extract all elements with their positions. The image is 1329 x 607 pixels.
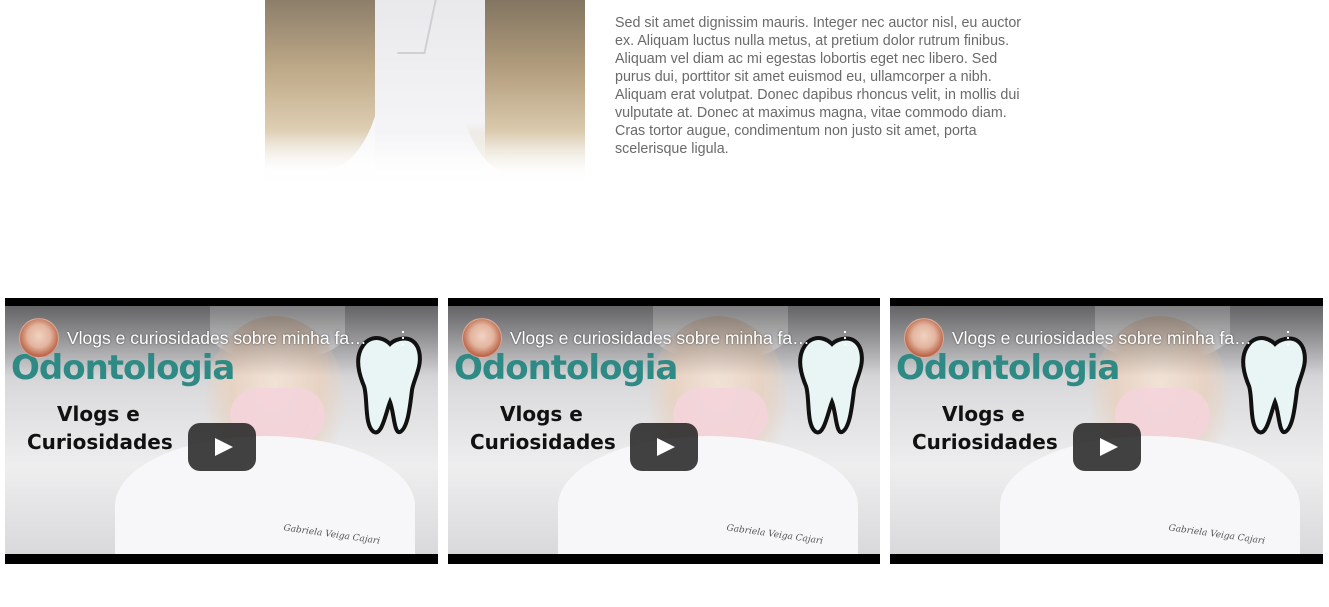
play-button[interactable] <box>187 423 256 471</box>
play-button[interactable] <box>1072 423 1141 471</box>
play-button[interactable] <box>630 423 698 471</box>
play-icon <box>214 438 233 456</box>
video-title-link[interactable]: Vlogs e curiosidades sobre minha faculda… <box>67 328 373 349</box>
about-paragraph: Sed sit amet dignissim mauris. Integer n… <box>615 15 1022 157</box>
thumbnail-subtitle-text: Curiosidades <box>27 430 173 454</box>
channel-avatar[interactable] <box>462 318 502 358</box>
video-title-link[interactable]: Vlogs e curiosidades sobre minha faculda… <box>952 328 1258 349</box>
doctor-portrait-image <box>265 0 585 192</box>
more-vertical-icon[interactable]: ⋮ <box>394 328 412 348</box>
more-vertical-icon[interactable]: ⋮ <box>836 328 854 348</box>
video-title-link[interactable]: Vlogs e curiosidades sobre minha faculda… <box>510 328 816 349</box>
thumbnail-subtitle-text: Vlogs e <box>500 402 583 426</box>
play-icon <box>657 438 675 456</box>
youtube-embed-2[interactable]: Odontologia Vlogs e Curiosidades Gabriel… <box>448 298 880 564</box>
youtube-embed-3[interactable]: Odontologia Vlogs e Curiosidades Gabriel… <box>890 298 1323 564</box>
video-thumbnail[interactable]: Odontologia Vlogs e Curiosidades Gabriel… <box>448 306 880 554</box>
play-icon <box>1099 438 1118 456</box>
video-thumbnail[interactable]: Odontologia Vlogs e Curiosidades Gabriel… <box>5 306 438 554</box>
thumbnail-subtitle-text: Vlogs e <box>942 402 1025 426</box>
thumbnail-subtitle-text: Curiosidades <box>912 430 1058 454</box>
youtube-embed-1[interactable]: Odontologia Vlogs e Curiosidades Gabriel… <box>5 298 438 564</box>
channel-avatar[interactable] <box>19 318 59 358</box>
thumbnail-subtitle-text: Curiosidades <box>470 430 616 454</box>
channel-avatar[interactable] <box>904 318 944 358</box>
video-thumbnail[interactable]: Odontologia Vlogs e Curiosidades Gabriel… <box>890 306 1323 554</box>
more-vertical-icon[interactable]: ⋮ <box>1279 328 1297 348</box>
thumbnail-subtitle-text: Vlogs e <box>57 402 140 426</box>
